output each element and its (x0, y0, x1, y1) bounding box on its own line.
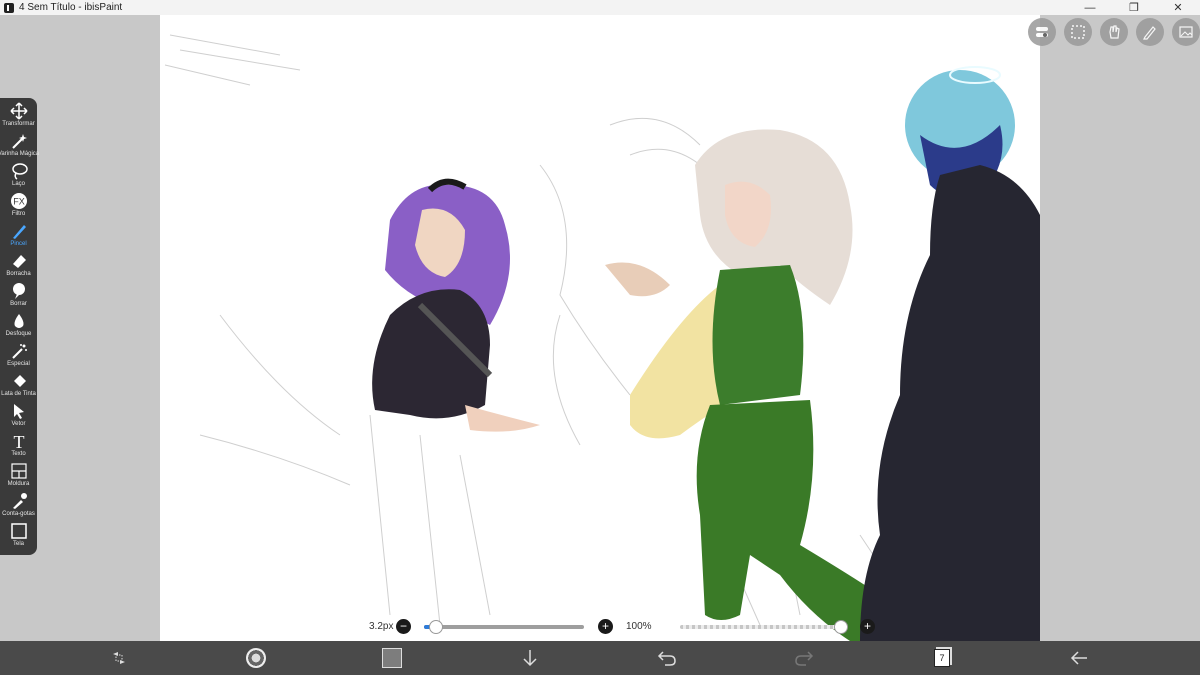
tool-label: Borracha (6, 271, 31, 277)
magic-wand-icon (11, 134, 27, 149)
tool-label: Tela (12, 541, 24, 547)
blur-drop-icon (14, 314, 23, 328)
tool-label: Transformar (2, 121, 35, 127)
tool-vetor[interactable]: Vetor (0, 402, 37, 432)
bottom-toolbar: 7 (0, 641, 1200, 675)
maximize-button[interactable]: ❐ (1112, 0, 1156, 15)
tool-label: Varinha Mágica (0, 151, 40, 157)
brush-opacity-label: 100% (626, 621, 652, 632)
tool-varinha[interactable]: Varinha Mágica (0, 132, 40, 162)
opacity-increase-button[interactable]: + (860, 619, 875, 634)
tool-laco[interactable]: Laço (0, 162, 37, 192)
tool-especial[interactable]: Especial (0, 342, 37, 372)
layer-count-badge: 7 (934, 649, 950, 667)
tool-moldura[interactable]: Moldura (0, 462, 37, 492)
redo-icon (795, 651, 814, 666)
window-title: 4 Sem Título - ibisPaint (19, 2, 123, 13)
frame-icon (10, 463, 27, 479)
tool-label: Moldura (7, 481, 30, 487)
arrow-left-icon (1070, 651, 1087, 665)
reference-button[interactable] (1172, 18, 1200, 46)
title-bar: 4 Sem Título - ibisPaint — ❐ ✕ (0, 0, 1200, 15)
tool-lata[interactable]: Lata de Tinta (0, 372, 37, 402)
move-arrows-icon (9, 102, 28, 120)
special-brush-icon (11, 344, 27, 359)
tool-borrar[interactable]: Borrar (0, 282, 37, 312)
tool-transformar[interactable]: Transformar (0, 102, 37, 132)
tool-label: Filtro (11, 211, 26, 217)
fx-icon: FX (10, 193, 27, 209)
undo-icon (657, 651, 676, 666)
selection-button[interactable] (1064, 18, 1092, 46)
paint-bucket-icon (13, 375, 26, 387)
pencil-ruler-icon (1143, 26, 1156, 40)
tool-texto[interactable]: T Texto (0, 432, 37, 462)
size-decrease-button[interactable]: − (396, 619, 411, 634)
figure-purple-hair (372, 178, 540, 432)
transform-quick-button[interactable] (108, 648, 130, 668)
tool-label: Vetor (11, 421, 26, 427)
tool-tela[interactable]: Tela (0, 522, 37, 552)
canvas-icon (10, 523, 27, 539)
hand-icon (1109, 25, 1120, 39)
drawing-canvas[interactable] (160, 15, 1040, 641)
layer-down-button[interactable] (519, 648, 541, 668)
tool-desfoque[interactable]: Desfoque (0, 312, 37, 342)
color-button[interactable] (381, 648, 403, 668)
lasso-icon (11, 163, 28, 180)
svg-text:T: T (13, 432, 24, 450)
svg-text:FX: FX (13, 197, 25, 207)
tool-label: Pincel (10, 241, 27, 247)
back-button[interactable] (1068, 648, 1090, 668)
rotate-arrows-icon (113, 652, 125, 664)
tool-label: Desfoque (5, 331, 32, 337)
tool-pincel[interactable]: Pincel (0, 222, 37, 252)
vector-cursor-icon (13, 404, 24, 419)
current-color-swatch (382, 648, 402, 668)
right-margin (1040, 15, 1200, 641)
redo-button[interactable] (793, 648, 815, 668)
tool-label: Borrar (10, 301, 27, 307)
hand-tool-button[interactable] (1100, 18, 1128, 46)
eraser-icon (12, 255, 26, 268)
undo-button[interactable] (656, 648, 678, 668)
tool-label: Conta-gotas (2, 511, 35, 517)
tool-borracha[interactable]: Borracha (0, 252, 37, 282)
eyedropper-icon (12, 493, 27, 509)
brush-settings-button[interactable] (1028, 18, 1056, 46)
top-toolbar (1028, 18, 1200, 46)
brush-sliders: 3.2px − + 100% + (360, 617, 880, 637)
toggle-settings-icon (1036, 27, 1048, 37)
tool-label: Texto (11, 451, 26, 457)
brush-preview-icon (246, 648, 266, 668)
brush-size-label: 3.2px (369, 621, 394, 632)
tool-label: Laço (11, 181, 25, 187)
brush-size-knob[interactable] (428, 620, 443, 634)
tool-conta[interactable]: Conta-gotas (0, 492, 37, 522)
brush-size-slider[interactable] (424, 620, 584, 634)
tool-label: Lata de Tinta (1, 391, 36, 397)
size-increase-button[interactable]: + (598, 619, 613, 634)
tool-label: Especial (7, 361, 30, 367)
brush-opacity-slider[interactable] (680, 620, 848, 634)
text-icon: T (13, 432, 24, 450)
tool-palette: Transformar Varinha Mágica Laço FX Filtro Pin… (0, 98, 40, 555)
layers-button[interactable]: 7 (931, 648, 953, 668)
minimize-button[interactable]: — (1068, 0, 1112, 15)
brush-opacity-knob[interactable] (834, 620, 848, 634)
smudge-icon (12, 283, 25, 299)
ibispaint-app-icon (4, 2, 14, 13)
image-reference-icon (1179, 26, 1193, 38)
brush-icon (12, 225, 26, 239)
ruler-button[interactable] (1136, 18, 1164, 46)
close-button[interactable]: ✕ (1156, 0, 1200, 15)
brush-preset-button[interactable] (245, 648, 267, 668)
artwork (164, 34, 1040, 641)
arrow-down-icon (523, 650, 537, 667)
tool-filtro[interactable]: FX Filtro (0, 192, 37, 222)
figure-helmet (860, 66, 1040, 641)
dashed-selection-icon (1071, 25, 1085, 39)
